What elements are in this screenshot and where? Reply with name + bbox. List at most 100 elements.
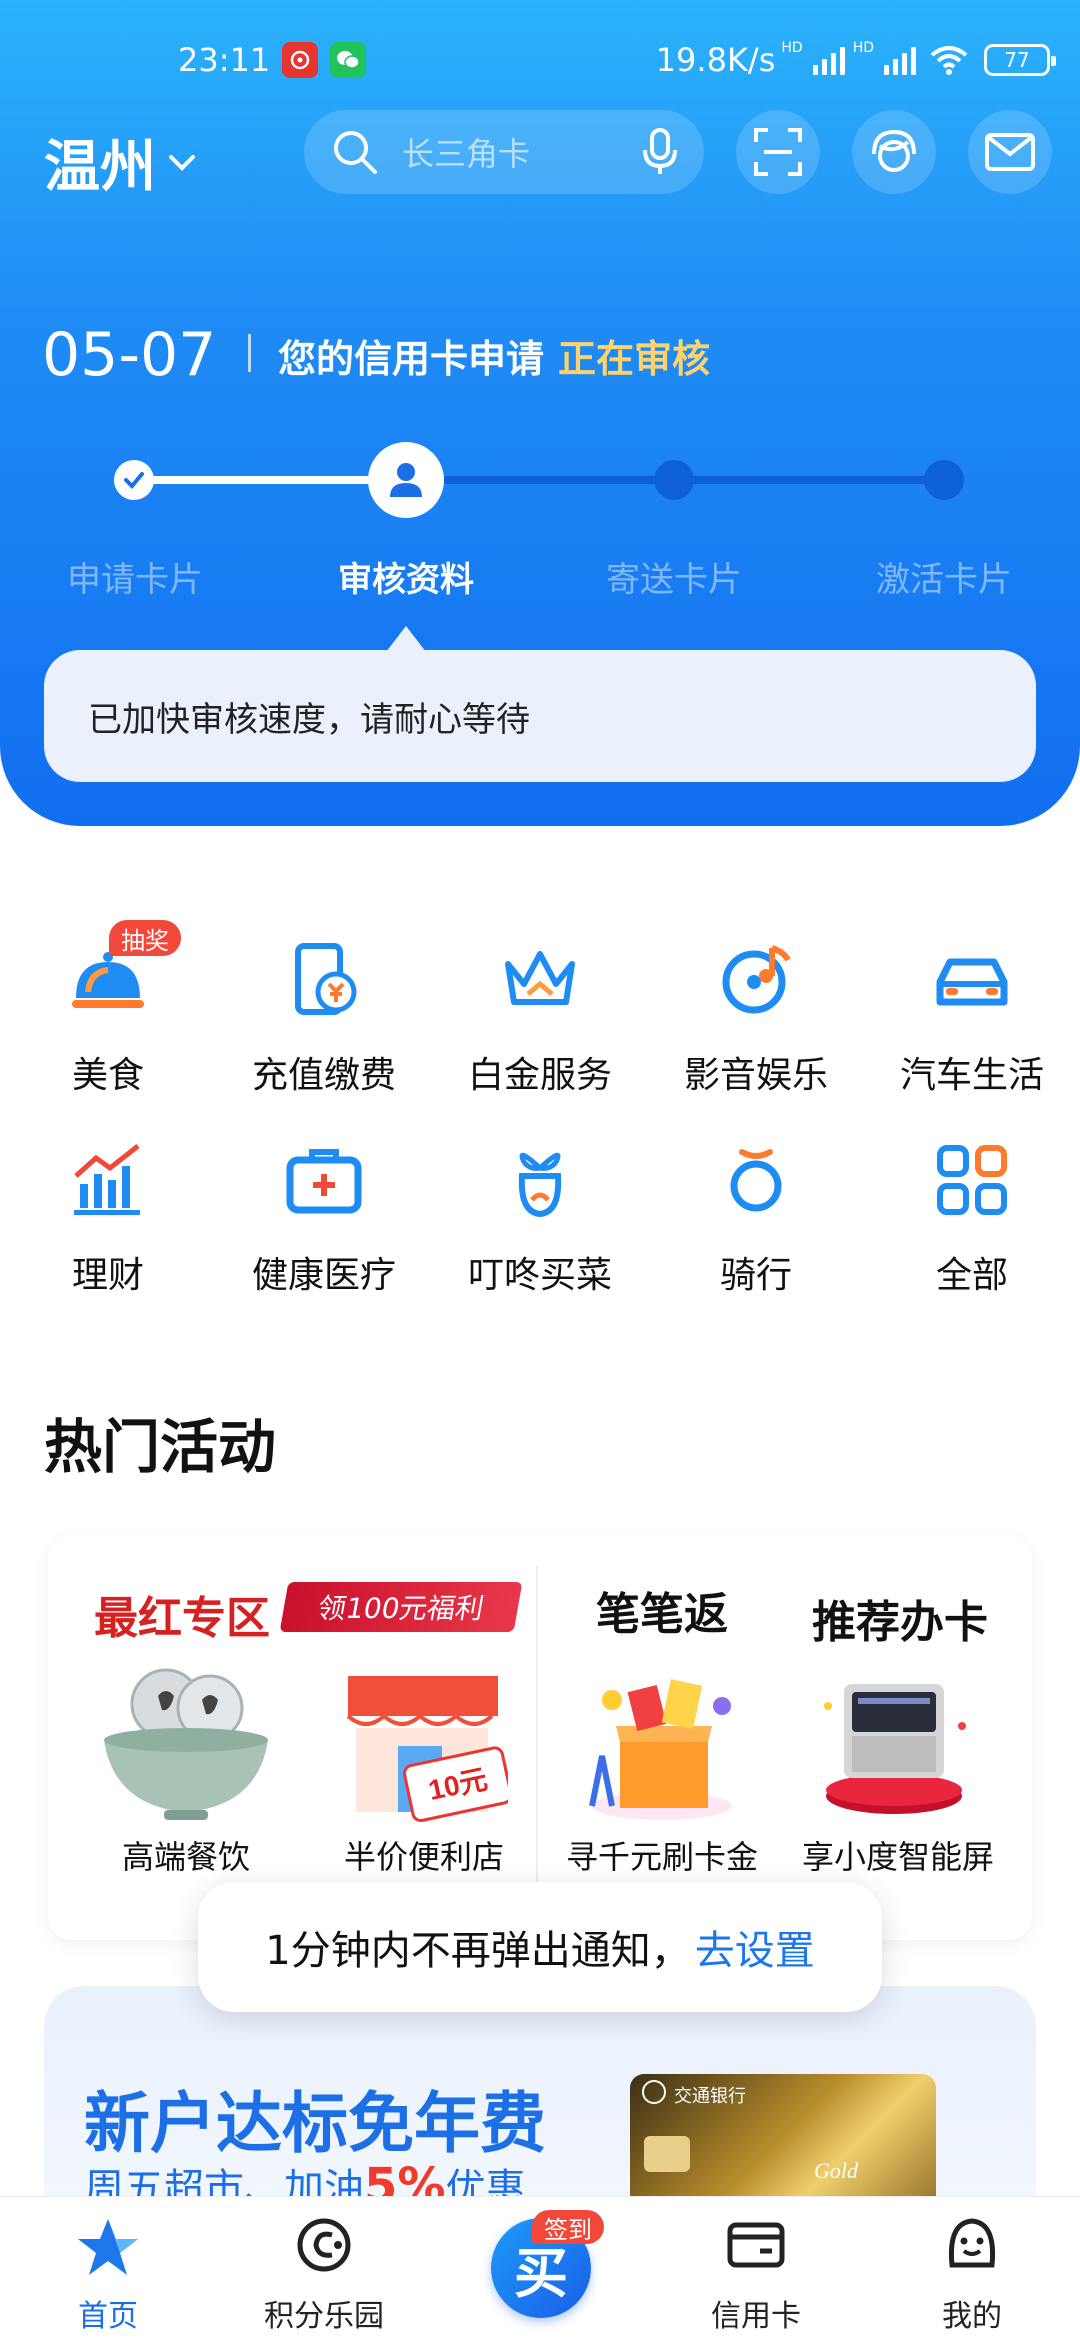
wechat-icon [330,42,367,78]
grid-item-food[interactable]: 美食 [0,940,216,1096]
card-bank-name: 交通银行 [674,2086,746,2106]
net-speed: 19.8K/s [655,41,776,79]
status-bar-left: 23:11 [178,40,367,80]
microphone-icon[interactable] [642,128,678,176]
customer-service-icon [872,129,916,172]
step-node-done [114,460,154,500]
step-node-todo [654,460,694,500]
grid-item-media[interactable]: 影音娱乐 [648,940,864,1096]
scan-button[interactable] [736,110,820,194]
chart-icon [74,1144,140,1215]
tab-label: 首页 [78,2299,138,2334]
tab-label: 积分乐园 [264,2299,384,2334]
grid-item-platinum[interactable]: 白金服务 [432,940,648,1096]
mail-button[interactable] [968,110,1052,194]
home-star-icon [78,2219,138,2275]
grid-item-label: 叮咚买菜 [467,1255,612,1296]
step-node-todo [924,460,964,500]
profile-icon [948,2218,996,2268]
grid-item-label: 骑行 [719,1255,792,1296]
zone-badge[interactable]: 领100元福利 [279,1582,523,1632]
grid-item-cycling[interactable]: 骑行 [648,1140,864,1296]
lottery-badge: 抽奖 [109,920,181,956]
zone-title: 最红专区 [94,1593,270,1644]
grid-item-label: 充值缴费 [251,1055,396,1096]
step-label: 激活卡片 [876,560,1012,600]
grid-item-label: 白金服务 [467,1055,612,1096]
search-placeholder: 长三角卡 [402,135,531,173]
bubble-pointer [386,626,426,652]
grid-item-label: 健康医疗 [251,1255,396,1296]
step-label-active: 审核资料 [338,560,474,600]
user-icon [390,463,422,497]
check-icon [124,472,144,489]
status-time: 23:11 [178,41,271,79]
activity-label: 高端餐饮 [121,1838,251,1876]
activity-card: 最红专区 领100元福利 笔笔返 推荐办卡 10元 高端餐饮 半价便利店 寻千元… [48,1536,1032,1940]
tab-home[interactable]: 首页 [8,2197,208,2340]
crown-icon [505,951,575,1005]
signal-icon [812,45,845,75]
step-label: 申请卡片 [67,560,203,600]
chevron-down-icon [169,154,195,171]
grid-item-finance[interactable]: 理财 [0,1140,216,1296]
convenience-store-image[interactable]: 10元 [338,1666,508,1826]
all-apps-icon [937,1145,1007,1215]
divider [536,1566,538,1906]
cashback-title: 笔笔返 [596,1589,728,1640]
grid-item-grocery[interactable]: 叮咚买菜 [432,1140,648,1296]
hot-activities-title: 热门活动 [44,1413,277,1481]
grid-item-car[interactable]: 汽车生活 [864,940,1080,1096]
net-type-1: HD [781,40,803,56]
tab-mine[interactable]: 我的 [872,2197,1072,2340]
step-label: 寄送卡片 [606,560,742,600]
tab-credit-card[interactable]: 信用卡 [656,2197,856,2340]
net-type-2: HD [852,40,874,56]
scan-icon [754,128,802,176]
toast-settings-link[interactable]: 去设置 [695,1918,815,1976]
recharge-icon [295,943,357,1015]
city-selector[interactable]: 温州 [44,122,196,203]
grid-item-label: 汽车生活 [899,1055,1044,1096]
card-tag: Gold [814,2158,858,2183]
activity-label: 半价便利店 [343,1838,505,1876]
signin-badge[interactable]: 签到 [532,2210,604,2244]
grid-item-label: 全部 [935,1255,1008,1296]
bank-logo-icon [642,2080,666,2104]
mail-icon [985,133,1035,171]
status-highlight: 正在审核 [558,337,711,381]
card-chip-icon [644,2136,690,2172]
points-icon [297,2218,351,2272]
grid-item-label: 理财 [71,1255,144,1296]
status-prefix: 您的信用卡申请 [278,337,545,381]
grid-item-recharge[interactable]: 充值缴费 [216,940,432,1096]
activity-label: 享小度智能屏 [801,1838,995,1876]
recommend-card-title: 推荐办卡 [812,1597,988,1648]
battery-level: 77 [1004,48,1030,72]
tab-points-park[interactable]: 积分乐园 [224,2197,424,2340]
cashback-gift-image[interactable] [572,1666,752,1826]
review-notice: 已加快审核速度，请耐心等待 [44,650,1036,782]
netease-music-icon [282,42,319,78]
grid-item-all[interactable]: 全部 [864,1140,1080,1296]
grid-item-label: 影音娱乐 [683,1055,828,1096]
step-node-active [368,442,444,518]
smart-display-image[interactable] [808,1666,978,1826]
music-disc-icon [722,945,791,1014]
city-name: 温州 [44,135,156,200]
activity-label: 寻千元刷卡金 [565,1838,759,1876]
battery-icon: 77 [984,44,1056,76]
promo-title: 新户达标免年费 [84,2085,546,2162]
divider [248,334,251,372]
search-icon [334,131,377,174]
grid-item-medical[interactable]: 健康医疗 [216,1140,432,1296]
dining-bowl-image[interactable] [98,1666,274,1826]
zone-badge-label: 领100元福利 [315,1592,487,1625]
search-bar[interactable]: 长三角卡 [304,110,704,194]
toast-text: 1分钟内不再弹出通知， [265,1928,691,1974]
tab-label: 信用卡 [711,2299,801,2334]
customer-service-button[interactable] [852,110,936,194]
signal-icon-2 [884,45,916,75]
progress-track [135,476,945,484]
bike-icon [730,1149,782,1212]
